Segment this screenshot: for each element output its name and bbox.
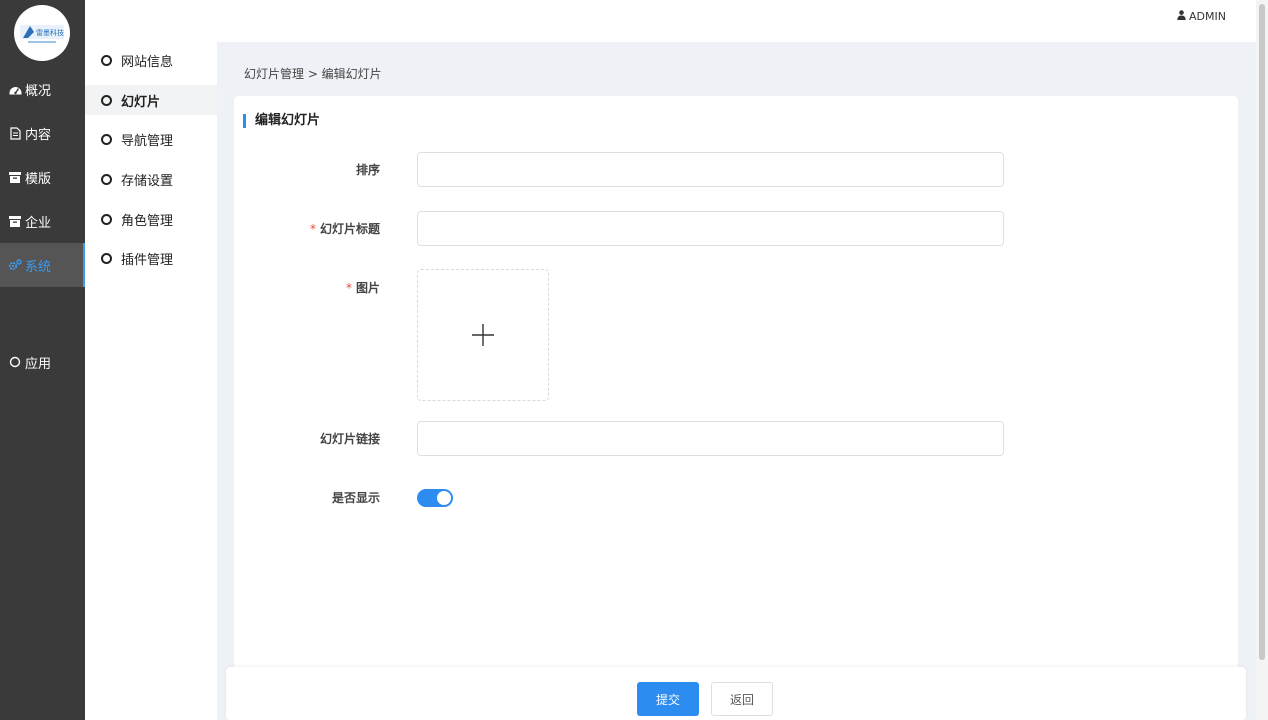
submenu-item-label: 角色管理 (121, 213, 174, 229)
sidebar-item-label: 应用 (25, 356, 52, 372)
user-icon (1177, 10, 1186, 23)
form-footer: 提交 返回 (226, 667, 1246, 720)
document-icon (8, 126, 22, 140)
sidebar-item-system[interactable]: 系统 (0, 243, 85, 287)
top-bar: ADMIN (85, 0, 1256, 42)
sidebar-item-enterprise[interactable]: 企业 (0, 199, 85, 243)
user-name: ADMIN (1189, 10, 1226, 23)
main-sidebar: 雷墨科技 概况 内容 模版 企业 系统 应用 (0, 0, 85, 720)
required-mark: * (345, 281, 352, 295)
dashboard-icon (8, 82, 22, 96)
back-button[interactable]: 返回 (711, 682, 773, 716)
sidebar-item-apps[interactable]: 应用 (0, 340, 85, 384)
sub-menu: 网站信息 幻灯片 导航管理 存储设置 角色管理 插件管理 (85, 42, 217, 720)
sidebar-item-label: 概况 (25, 83, 52, 99)
submit-button[interactable]: 提交 (637, 682, 699, 716)
image-upload[interactable] (417, 269, 549, 401)
visible-toggle[interactable] (417, 489, 453, 507)
sidebar-item-overview[interactable]: 概况 (0, 67, 85, 111)
submenu-item-plugins[interactable]: 插件管理 (85, 243, 217, 273)
circle-icon (101, 54, 112, 66)
submenu-item-site-info[interactable]: 网站信息 (85, 45, 217, 75)
visible-label: 是否显示 (331, 491, 380, 505)
sidebar-item-content[interactable]: 内容 (0, 111, 85, 155)
required-mark: * (309, 222, 316, 236)
circle-icon (101, 213, 112, 225)
logo-icon: 雷墨科技 (15, 6, 69, 60)
sidebar-item-label: 企业 (25, 215, 52, 231)
circle-icon (101, 173, 112, 185)
archive-icon (8, 214, 22, 228)
submenu-item-storage[interactable]: 存储设置 (85, 164, 217, 194)
submenu-item-navigation[interactable]: 导航管理 (85, 124, 217, 154)
edit-slide-card: 编辑幻灯片 排序 * 幻灯片标题 * 图片 幻灯片链接 是否显示 (234, 96, 1238, 696)
scrollbar-thumb[interactable] (1259, 4, 1265, 660)
circle-icon (8, 355, 22, 369)
slide-link-input[interactable] (417, 421, 1004, 456)
user-menu[interactable]: ADMIN (1177, 10, 1226, 23)
section-title: 编辑幻灯片 (243, 114, 320, 128)
gears-icon (8, 258, 22, 272)
image-label: * 图片 (345, 281, 380, 295)
sort-label: 排序 (355, 163, 380, 177)
sort-input[interactable] (417, 152, 1004, 187)
submenu-item-roles[interactable]: 角色管理 (85, 204, 217, 234)
circle-icon (101, 252, 112, 264)
toggle-knob (437, 491, 451, 505)
slide-title-label: * 幻灯片标题 (309, 222, 380, 236)
sidebar-item-label: 系统 (25, 259, 52, 275)
submenu-item-slides[interactable]: 幻灯片 (85, 85, 217, 115)
submenu-item-label: 存储设置 (121, 173, 174, 189)
circle-icon (101, 133, 112, 145)
slide-link-label: 幻灯片链接 (319, 432, 380, 446)
sidebar-item-template[interactable]: 模版 (0, 155, 85, 199)
breadcrumb: 幻灯片管理 > 编辑幻灯片 (244, 67, 382, 81)
archive-icon (8, 170, 22, 184)
plus-icon (472, 324, 494, 346)
slide-title-input[interactable] (417, 211, 1004, 246)
circle-icon (101, 94, 112, 106)
submenu-item-label: 插件管理 (121, 252, 174, 268)
svg-text:雷墨科技: 雷墨科技 (36, 28, 64, 37)
page-scrollbar[interactable] (1256, 0, 1268, 720)
brand-logo[interactable]: 雷墨科技 (14, 5, 70, 61)
submenu-item-label: 网站信息 (121, 54, 174, 70)
submenu-item-label: 幻灯片 (121, 94, 161, 110)
sidebar-item-label: 内容 (25, 127, 52, 143)
submenu-item-label: 导航管理 (121, 133, 174, 149)
sidebar-item-label: 模版 (25, 171, 52, 187)
